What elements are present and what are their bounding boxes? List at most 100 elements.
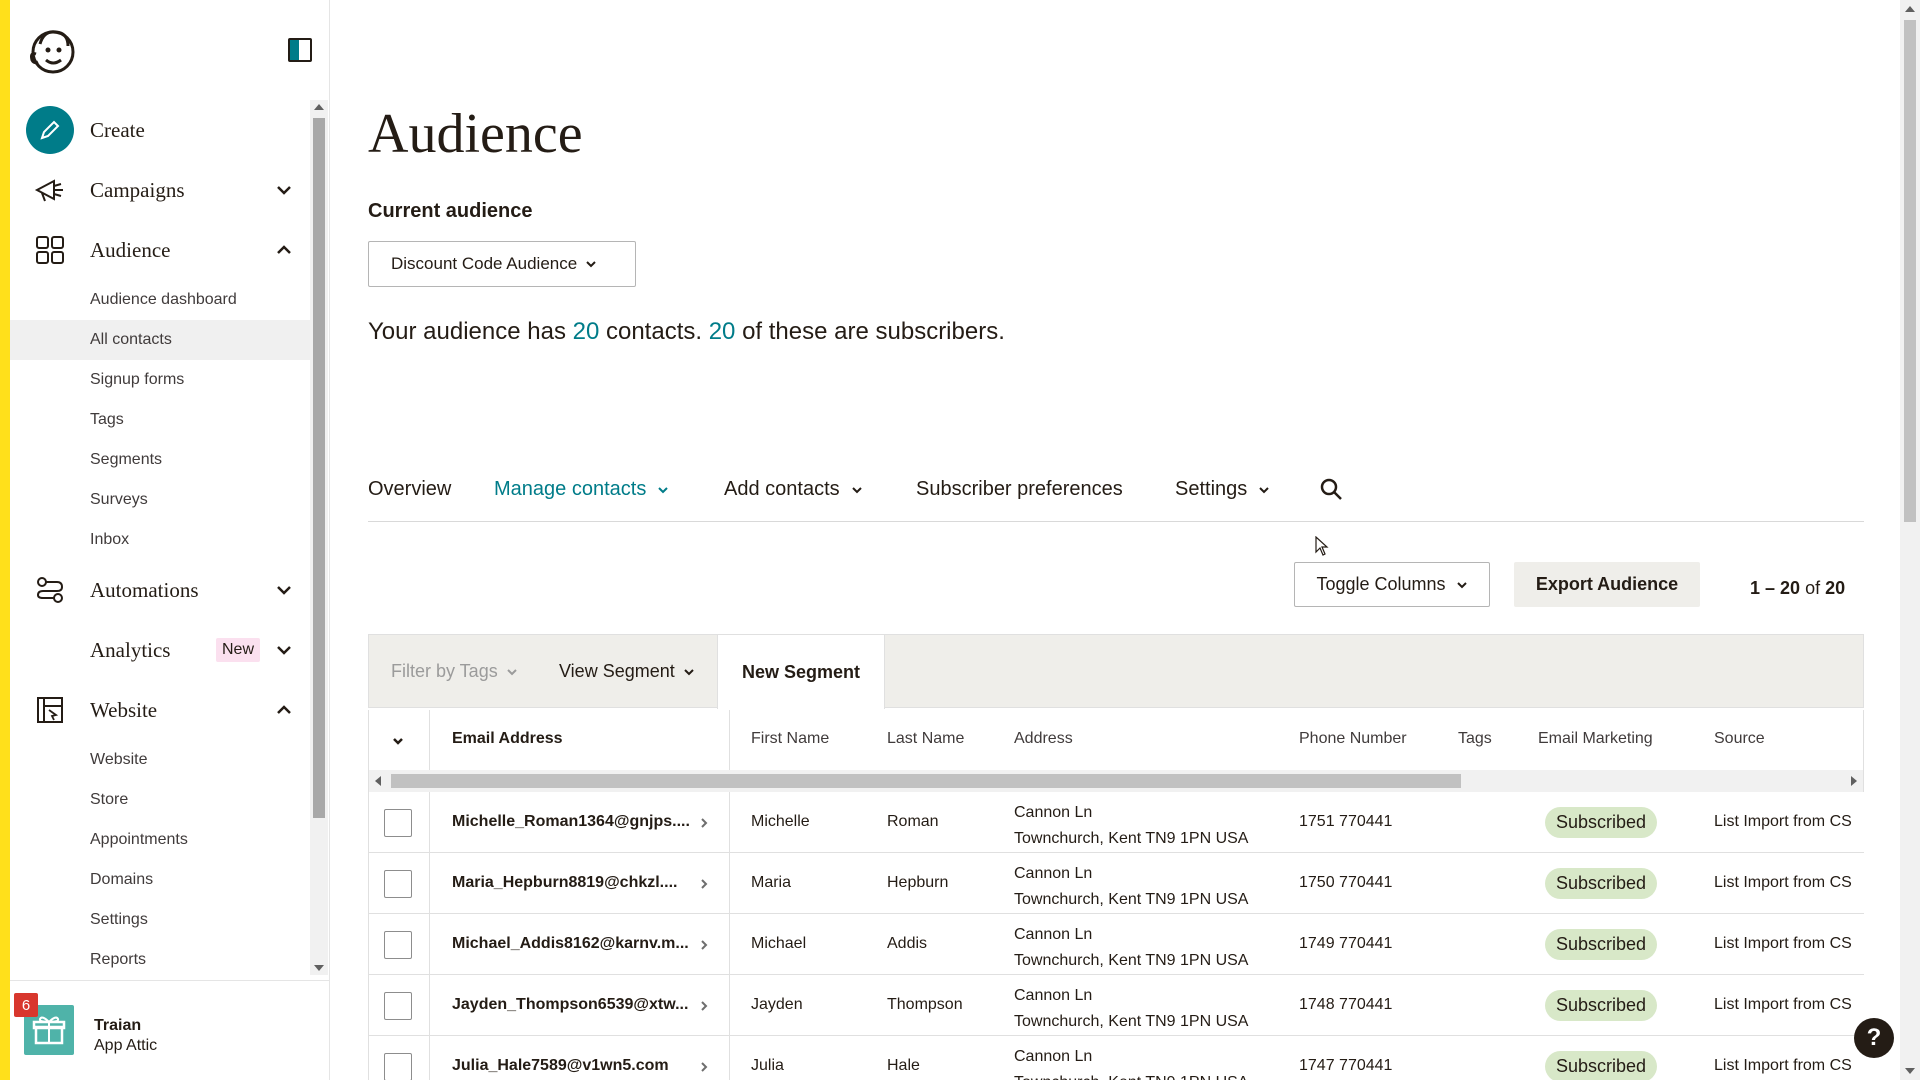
chevron-right-icon[interactable] — [697, 877, 711, 891]
sidebar-scroll-thumb[interactable] — [313, 118, 325, 818]
export-audience-button[interactable]: Export Audience — [1514, 562, 1700, 607]
table-row[interactable]: Jayden_Thompson6539@xtw... Jayden Thomps… — [369, 975, 1864, 1036]
table-row[interactable]: Julia_Hale7589@v1wn5.com Julia Hale Cann… — [369, 1036, 1864, 1080]
sidebar-collapse-icon[interactable] — [288, 38, 312, 62]
help-button[interactable]: ? — [1854, 1018, 1894, 1058]
first-name-cell: Michelle — [751, 813, 810, 830]
chevron-right-icon[interactable] — [697, 938, 711, 952]
column-header-source[interactable]: Source — [1714, 730, 1765, 748]
chevron-down-icon[interactable] — [274, 580, 294, 600]
contact-email-link[interactable]: Michelle_Roman1364@gnjps.... — [452, 813, 696, 831]
new-segment-button[interactable]: New Segment — [717, 635, 885, 709]
view-segment-label: View Segment — [559, 661, 675, 681]
scroll-up-icon[interactable] — [1905, 6, 1915, 12]
table-scroll-thumb[interactable] — [391, 774, 1461, 788]
subscribers-count[interactable]: 20 — [709, 318, 736, 345]
sidebar-item-automations[interactable]: Automations — [10, 560, 310, 620]
scroll-right-icon[interactable] — [1851, 776, 1857, 786]
row-checkbox[interactable] — [384, 870, 412, 898]
column-header-phone[interactable]: Phone Number — [1299, 730, 1407, 748]
chevron-down-icon[interactable] — [274, 180, 294, 200]
chevron-down-icon[interactable] — [274, 640, 294, 660]
sidebar-item-website[interactable]: Website — [10, 680, 310, 740]
table-row[interactable]: Michelle_Roman1364@gnjps.... Michelle Ro… — [369, 792, 1864, 853]
contact-email-link[interactable]: Julia_Hale7589@v1wn5.com — [452, 1057, 696, 1075]
sidebar-item-create[interactable]: Create — [10, 100, 310, 160]
scroll-left-icon[interactable] — [375, 776, 381, 786]
scroll-down-icon[interactable] — [314, 965, 324, 971]
chevron-right-icon[interactable] — [697, 999, 711, 1013]
chevron-up-icon[interactable] — [274, 240, 294, 260]
sidebar-item-audience[interactable]: Audience — [10, 220, 310, 280]
contact-email-link[interactable]: Maria_Hepburn8819@chkzl.... — [452, 874, 696, 892]
scroll-down-icon[interactable] — [1905, 1068, 1915, 1074]
search-icon[interactable] — [1318, 476, 1344, 502]
status-badge: Subscribed — [1545, 807, 1658, 838]
row-checkbox[interactable] — [384, 931, 412, 959]
table-row[interactable]: Maria_Hepburn8819@chkzl.... Maria Hepbur… — [369, 853, 1864, 914]
column-header-first-name[interactable]: First Name — [751, 730, 829, 748]
main-content: Audience Current audience Discount Code … — [368, 0, 1868, 1080]
contacts-table-body: Michelle_Roman1364@gnjps.... Michelle Ro… — [368, 792, 1864, 1080]
last-name-cell: Hale — [887, 1057, 920, 1074]
sidebar-item-analytics[interactable]: Analytics New — [10, 620, 310, 680]
sidebar-subitem-reports[interactable]: Reports — [10, 940, 310, 975]
column-divider — [429, 792, 430, 853]
tab-manage-contacts[interactable]: Manage contacts — [494, 478, 670, 501]
column-header-address[interactable]: Address — [1014, 730, 1073, 748]
column-header-tags[interactable]: Tags — [1458, 730, 1492, 748]
page-scroll-thumb[interactable] — [1904, 20, 1916, 522]
sidebar-subitem-all-contacts[interactable]: All contacts — [10, 320, 310, 360]
chevron-up-icon[interactable] — [274, 700, 294, 720]
view-segment-dropdown[interactable]: View Segment — [559, 661, 695, 682]
sidebar-subitem-settings[interactable]: Settings — [10, 900, 310, 940]
page-scrollbar[interactable] — [1900, 0, 1920, 1080]
audience-select[interactable]: Discount Code Audience — [368, 241, 636, 287]
sidebar-subitem-website[interactable]: Website — [10, 740, 310, 780]
sidebar-subitem-appointments[interactable]: Appointments — [10, 820, 310, 860]
tab-label: Add contacts — [724, 478, 840, 500]
table-horizontal-scrollbar[interactable] — [368, 770, 1864, 792]
sidebar-subitem-audience-dashboard[interactable]: Audience dashboard — [10, 280, 310, 320]
sidebar-subitem-segments[interactable]: Segments — [10, 440, 310, 480]
tab-add-contacts[interactable]: Add contacts — [724, 478, 864, 501]
sidebar-subitem-domains[interactable]: Domains — [10, 860, 310, 900]
source-cell: List Import from CS — [1714, 813, 1852, 830]
chevron-right-icon[interactable] — [697, 816, 711, 830]
address-line-1: Cannon Ln — [1014, 865, 1093, 882]
last-name-cell: Thompson — [887, 996, 963, 1013]
select-all-chevron-icon[interactable] — [391, 734, 405, 748]
pagination-total: 20 — [1825, 578, 1846, 598]
address-cell: Cannon Ln Townchurch, Kent TN9 1PN USA — [1014, 922, 1248, 974]
row-checkbox[interactable] — [384, 1053, 412, 1080]
column-header-email-marketing[interactable]: Email Marketing — [1538, 730, 1653, 748]
tab-overview[interactable]: Overview — [368, 478, 451, 501]
notification-badge: 6 — [14, 993, 38, 1017]
row-checkbox[interactable] — [384, 992, 412, 1020]
mailchimp-logo-icon[interactable] — [26, 24, 80, 78]
chevron-right-icon[interactable] — [697, 1060, 711, 1074]
row-checkbox[interactable] — [384, 809, 412, 837]
sidebar-subitem-store[interactable]: Store — [10, 780, 310, 820]
account-switcher[interactable]: 6 Traian App Attic — [10, 980, 330, 1080]
source-cell: List Import from CS — [1714, 1057, 1852, 1074]
column-header-email[interactable]: Email Address — [452, 730, 563, 748]
sidebar-subitem-inbox[interactable]: Inbox — [10, 520, 310, 560]
sidebar-item-campaigns[interactable]: Campaigns — [10, 160, 310, 220]
toggle-columns-button[interactable]: Toggle Columns — [1294, 562, 1490, 607]
column-header-last-name[interactable]: Last Name — [887, 730, 964, 748]
brand-strip — [0, 0, 10, 1080]
contacts-count[interactable]: 20 — [573, 318, 600, 345]
table-row[interactable]: Michael_Addis8162@karnv.m... Michael Add… — [369, 914, 1864, 975]
tab-subscriber-preferences[interactable]: Subscriber preferences — [916, 478, 1123, 501]
scroll-up-icon[interactable] — [314, 104, 324, 110]
sidebar-subitem-surveys[interactable]: Surveys — [10, 480, 310, 520]
sidebar-subitem-tags[interactable]: Tags — [10, 400, 310, 440]
column-divider — [729, 710, 730, 770]
sidebar-subitem-signup-forms[interactable]: Signup forms — [10, 360, 310, 400]
sidebar-scrollbar[interactable] — [310, 100, 328, 975]
filter-by-tags-dropdown[interactable]: Filter by Tags — [391, 661, 518, 682]
contact-email-link[interactable]: Michael_Addis8162@karnv.m... — [452, 935, 696, 953]
contact-email-link[interactable]: Jayden_Thompson6539@xtw... — [452, 996, 696, 1014]
tab-settings[interactable]: Settings — [1175, 478, 1271, 501]
